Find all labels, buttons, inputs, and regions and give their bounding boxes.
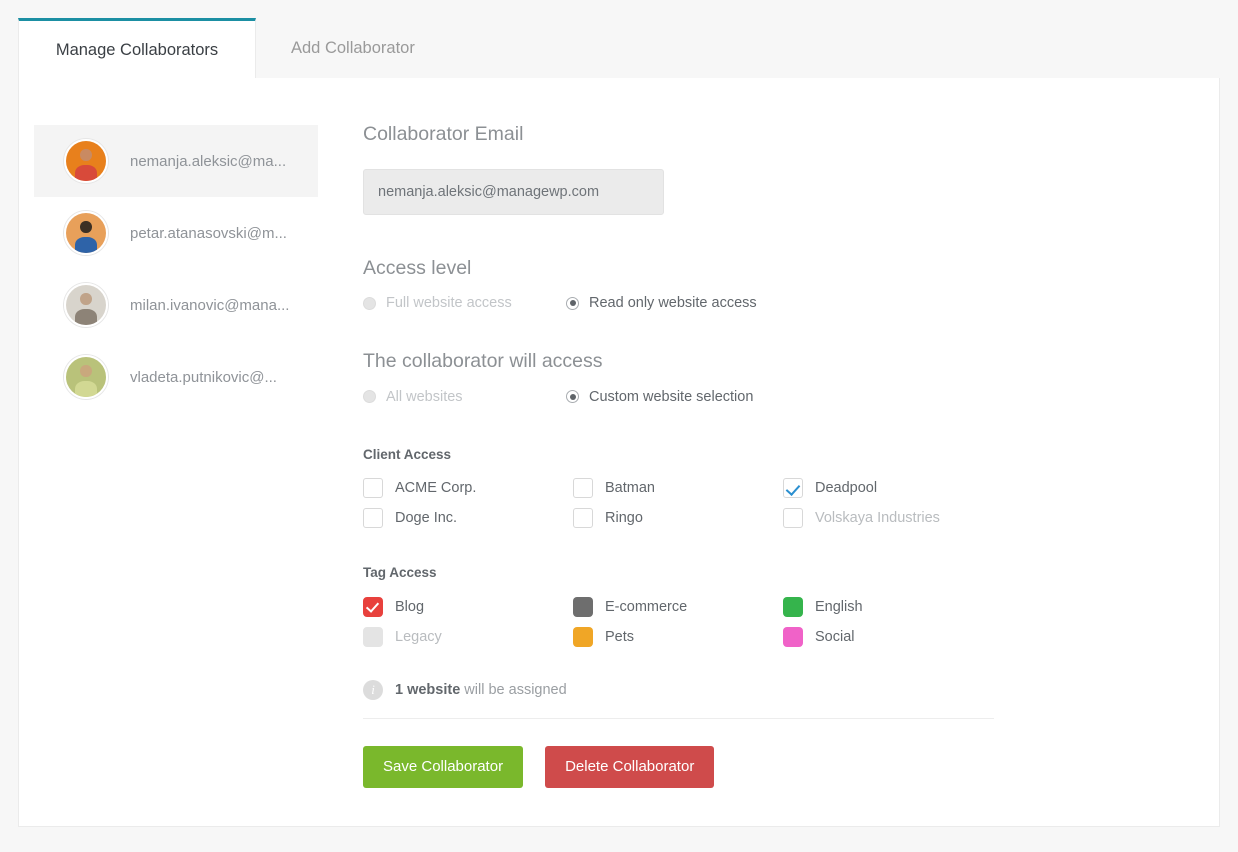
client-access-label: Batman: [605, 480, 655, 496]
checkbox-icon: [363, 478, 383, 498]
tab-bar: Manage Collaborators Add Collaborator: [0, 0, 1238, 78]
collaborator-list-item[interactable]: vladeta.putnikovic@...: [34, 341, 318, 413]
tag-access-checkbox[interactable]: Social: [783, 626, 993, 648]
tag-access-checkbox[interactable]: E-commerce: [573, 596, 783, 618]
assignment-info: i 1 website will be assigned: [363, 680, 1203, 700]
access-level-heading: Access level: [363, 259, 1203, 279]
checkbox-icon: [573, 508, 593, 528]
collaborator-list-item[interactable]: milan.ivanovic@mana...: [34, 269, 318, 341]
collaborator-list-item[interactable]: nemanja.aleksic@ma...: [34, 125, 318, 197]
collaborator-form: Collaborator Email nemanja.aleksic@manag…: [363, 125, 1203, 788]
tag-access-checkbox[interactable]: English: [783, 596, 993, 618]
save-collaborator-button[interactable]: Save Collaborator: [363, 746, 523, 788]
assignment-suffix: will be assigned: [460, 682, 566, 698]
client-access-checkbox[interactable]: ACME Corp.: [363, 477, 573, 499]
radio-option[interactable]: Custom website selection: [566, 389, 753, 405]
form-divider: [363, 718, 994, 719]
tag-color-swatch-icon: [783, 627, 803, 647]
tag-color-swatch-icon: [573, 627, 593, 647]
tag-access-label: E-commerce: [605, 599, 687, 615]
tag-color-swatch-icon: [573, 597, 593, 617]
tag-access-checkbox-grid: Blog E-commerce English Legacy Pets Social: [363, 596, 1203, 648]
client-access-label: Doge Inc.: [395, 510, 457, 526]
checkbox-icon: [783, 508, 803, 528]
client-access-label: Deadpool: [815, 480, 877, 496]
client-access-label: ACME Corp.: [395, 480, 476, 496]
tag-color-swatch-icon: [363, 597, 383, 617]
client-access-heading: Client Access: [363, 448, 1203, 462]
tab-manage-collaborators[interactable]: Manage Collaborators: [18, 18, 256, 79]
collaborator-email-label: milan.ivanovic@mana...: [130, 297, 289, 314]
collaborator-list-item[interactable]: petar.atanasovski@m...: [34, 197, 318, 269]
checkbox-icon: [573, 478, 593, 498]
radio-label: Custom website selection: [589, 389, 753, 405]
tag-access-label: Legacy: [395, 629, 442, 645]
assignment-count: 1 website: [395, 682, 460, 698]
radio-indicator-icon: [363, 297, 376, 310]
tag-access-checkbox[interactable]: Legacy: [363, 626, 573, 648]
radio-option[interactable]: Read only website access: [566, 295, 757, 311]
tag-access-heading: Tag Access: [363, 566, 1203, 580]
tag-access-label: Pets: [605, 629, 634, 645]
collaborator-email-label: nemanja.aleksic@ma...: [130, 153, 286, 170]
client-access-checkbox[interactable]: Ringo: [573, 507, 783, 529]
client-access-checkbox[interactable]: Deadpool: [783, 477, 993, 499]
collaborator-email-heading: Collaborator Email: [363, 125, 1203, 145]
avatar: [64, 355, 108, 399]
client-access-checkbox[interactable]: Batman: [573, 477, 783, 499]
tag-access-checkbox[interactable]: Blog: [363, 596, 573, 618]
collaborator-email-label: petar.atanasovski@m...: [130, 225, 287, 242]
tag-access-label: Social: [815, 629, 855, 645]
client-access-label: Volskaya Industries: [815, 510, 940, 526]
client-access-checkbox[interactable]: Doge Inc.: [363, 507, 573, 529]
collaborator-scope-heading: The collaborator will access: [363, 352, 1203, 372]
radio-label: Read only website access: [589, 295, 757, 311]
form-actions: Save Collaborator Delete Collaborator: [363, 746, 1203, 788]
info-icon: i: [363, 680, 383, 700]
tag-access-checkbox[interactable]: Pets: [573, 626, 783, 648]
tab-label: Manage Collaborators: [56, 41, 218, 60]
tag-access-label: Blog: [395, 599, 424, 615]
client-access-checkbox[interactable]: Volskaya Industries: [783, 507, 993, 529]
avatar: [64, 283, 108, 327]
collaborator-email-label: vladeta.putnikovic@...: [130, 369, 277, 386]
avatar: [64, 211, 108, 255]
client-access-checkbox-grid: ACME Corp. Batman Deadpool Doge Inc. Ringo Vo…: [363, 477, 1203, 529]
radio-label: All websites: [386, 389, 463, 405]
checkbox-icon: [783, 478, 803, 498]
assignment-info-text: 1 website will be assigned: [395, 682, 567, 698]
tag-access-label: English: [815, 599, 863, 615]
radio-option[interactable]: Full website access: [363, 295, 566, 311]
access-level-radio-group: Full website access Read only website acc…: [363, 295, 1203, 311]
client-access-label: Ringo: [605, 510, 643, 526]
collaborator-email-field[interactable]: nemanja.aleksic@managewp.com: [363, 169, 664, 215]
tag-color-swatch-icon: [783, 597, 803, 617]
radio-label: Full website access: [386, 295, 512, 311]
radio-indicator-icon: [566, 390, 579, 403]
collaborator-list: nemanja.aleksic@ma... petar.atanasovski@m…: [34, 125, 318, 413]
tag-color-swatch-icon: [363, 627, 383, 647]
tab-add-collaborator[interactable]: Add Collaborator: [265, 18, 441, 78]
radio-option[interactable]: All websites: [363, 389, 566, 405]
radio-indicator-icon: [363, 390, 376, 403]
radio-indicator-icon: [566, 297, 579, 310]
tab-label: Add Collaborator: [291, 39, 415, 58]
checkbox-icon: [363, 508, 383, 528]
collaborator-scope-radio-group: All websites Custom website selection: [363, 389, 1203, 405]
delete-collaborator-button[interactable]: Delete Collaborator: [545, 746, 714, 788]
collaborators-panel: nemanja.aleksic@ma... petar.atanasovski@m…: [18, 78, 1220, 827]
avatar: [64, 139, 108, 183]
collaborator-email-value: nemanja.aleksic@managewp.com: [378, 184, 599, 200]
